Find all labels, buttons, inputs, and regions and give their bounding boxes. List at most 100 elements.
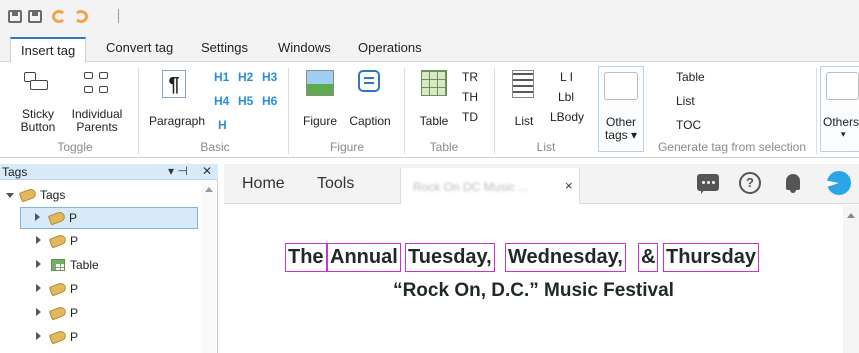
group-label-basic: Basic — [200, 140, 230, 154]
h-button[interactable]: H — [218, 118, 227, 132]
help-icon[interactable]: ? — [739, 172, 761, 194]
tag-icon — [48, 329, 68, 345]
document-subheading: “Rock On, D.C.” Music Festival — [393, 280, 674, 301]
close-tab-icon[interactable]: × — [565, 178, 573, 193]
tree-item-label: P — [69, 211, 78, 225]
redo-icon[interactable] — [74, 10, 88, 23]
tree-item-root[interactable]: Tags — [0, 185, 200, 207]
others-button[interactable]: Others ▾ — [820, 66, 859, 152]
document-scrollbar[interactable] — [843, 205, 859, 353]
group-divider — [494, 68, 495, 154]
tagged-word[interactable]: Wednesday, — [505, 243, 626, 272]
close-icon[interactable]: ✕ — [202, 164, 212, 178]
lbody-button[interactable]: LBody — [550, 110, 584, 124]
tagged-word[interactable]: & — [638, 243, 659, 272]
caption-label: Caption — [349, 114, 391, 128]
expand-arrow-icon[interactable] — [36, 260, 41, 268]
figure-button[interactable]: Figure — [298, 68, 342, 140]
tr-button[interactable]: TR — [462, 70, 478, 84]
group-divider — [288, 68, 289, 154]
tree-item-p[interactable]: P — [0, 279, 200, 301]
lbl-button[interactable]: Lbl — [558, 90, 574, 104]
scroll-up-icon[interactable] — [847, 213, 855, 218]
generate-table-button[interactable]: Table — [676, 70, 705, 84]
tree-item-label: P — [70, 234, 79, 248]
individual-label-2: Parents — [76, 120, 118, 134]
app-navbar: Home Tools Rock On DC Music ... × ? — [224, 164, 859, 204]
tab-operations[interactable]: Operations — [358, 40, 422, 55]
tab-convert-tag[interactable]: Convert tag — [106, 40, 173, 55]
tree-item-p[interactable]: P — [0, 327, 200, 349]
tree-item-p-selected[interactable]: P — [20, 207, 198, 229]
tree-item-p[interactable]: P — [0, 303, 200, 325]
pin-icon[interactable]: ▾ ⊣ — [168, 164, 188, 178]
th-button[interactable]: TH — [462, 90, 478, 104]
document-tab-name: Rock On DC Music ... — [413, 180, 529, 194]
tag-icon — [48, 305, 68, 321]
comment-icon[interactable] — [697, 174, 719, 194]
tagged-word[interactable]: The — [285, 243, 327, 272]
other-tags-button[interactable]: Other tags ▾ — [598, 66, 644, 152]
list-button[interactable]: List — [504, 68, 544, 140]
tags-panel-title: Tags — [2, 165, 28, 179]
tree-item-p[interactable]: P — [0, 231, 200, 253]
h1-button[interactable]: H1 — [214, 70, 229, 84]
others-label: Others — [823, 115, 859, 129]
h6-button[interactable]: H6 — [262, 94, 277, 108]
sticky-button[interactable]: Sticky Button — [18, 68, 58, 140]
expand-arrow-icon[interactable] — [36, 284, 41, 292]
generate-list-button[interactable]: List — [676, 94, 695, 108]
group-divider — [138, 68, 139, 154]
caption-button[interactable]: Caption — [344, 68, 396, 140]
generate-toc-button[interactable]: TOC — [676, 118, 701, 132]
tags-panel-header: Tags ▾ ⊣ ✕ — [0, 164, 218, 180]
save-all-icon[interactable] — [28, 10, 42, 23]
tab-insert-tag[interactable]: Insert tag — [10, 37, 87, 63]
individual-parents-button[interactable]: Individual Parents — [64, 68, 130, 140]
group-label-figure: Figure — [329, 140, 364, 154]
tags-scrollbar[interactable] — [201, 181, 216, 353]
tree-item-label: P — [70, 330, 79, 344]
hierarchy-icon — [84, 72, 110, 96]
tagged-word[interactable]: Annual — [327, 243, 401, 272]
profile-icon[interactable] — [827, 171, 851, 195]
bell-icon[interactable] — [786, 174, 800, 193]
collapse-arrow-icon[interactable] — [6, 193, 14, 198]
expand-arrow-icon[interactable] — [36, 308, 41, 316]
tab-settings[interactable]: Settings — [201, 40, 248, 55]
tree-item-label: Table — [70, 258, 99, 272]
undo-icon[interactable] — [52, 10, 66, 23]
h2-button[interactable]: H2 — [238, 70, 253, 84]
document-tab[interactable]: Rock On DC Music ... × — [400, 168, 580, 204]
caption-icon — [358, 70, 380, 92]
group-label-toggle: Toggle — [57, 140, 93, 154]
tree-item-table[interactable]: Table — [0, 255, 200, 277]
group-divider — [816, 68, 817, 154]
tag-icon — [18, 187, 38, 203]
expand-arrow-icon[interactable] — [36, 332, 41, 340]
li-button[interactable]: L I — [560, 70, 573, 84]
h5-button[interactable]: H5 — [238, 94, 253, 108]
expand-arrow-icon[interactable] — [35, 213, 40, 221]
nav-home[interactable]: Home — [242, 175, 285, 193]
h4-button[interactable]: H4 — [214, 94, 229, 108]
scroll-up-icon[interactable] — [205, 187, 213, 192]
paragraph-button[interactable]: ¶ Paragraph — [146, 68, 208, 140]
group-label-generate: Generate tag from selection — [657, 140, 807, 154]
expand-arrow-icon[interactable] — [36, 236, 41, 244]
tab-windows[interactable]: Windows — [278, 40, 331, 55]
save-icon[interactable] — [8, 10, 22, 23]
h3-button[interactable]: H3 — [262, 70, 277, 84]
table-button[interactable]: Table — [414, 68, 454, 140]
paragraph-icon: ¶ — [162, 70, 186, 98]
td-button[interactable]: TD — [462, 110, 478, 124]
tagged-word[interactable]: Thursday — [663, 243, 760, 272]
tagged-word[interactable]: Tuesday, — [405, 243, 495, 272]
ribbon-tabs: Insert tag Convert tag Settings Windows … — [0, 34, 859, 63]
tags-panel: Tags ▾ ⊣ ✕ Tags P P Table P P P — [0, 164, 218, 353]
group-divider — [404, 68, 405, 154]
table-label: Table — [419, 114, 449, 128]
sticky-label-2: Button — [20, 120, 56, 134]
nav-tools[interactable]: Tools — [317, 175, 354, 193]
document-canvas[interactable]: The Annual Tuesday, Wednesday, & Thursda… — [224, 205, 859, 353]
